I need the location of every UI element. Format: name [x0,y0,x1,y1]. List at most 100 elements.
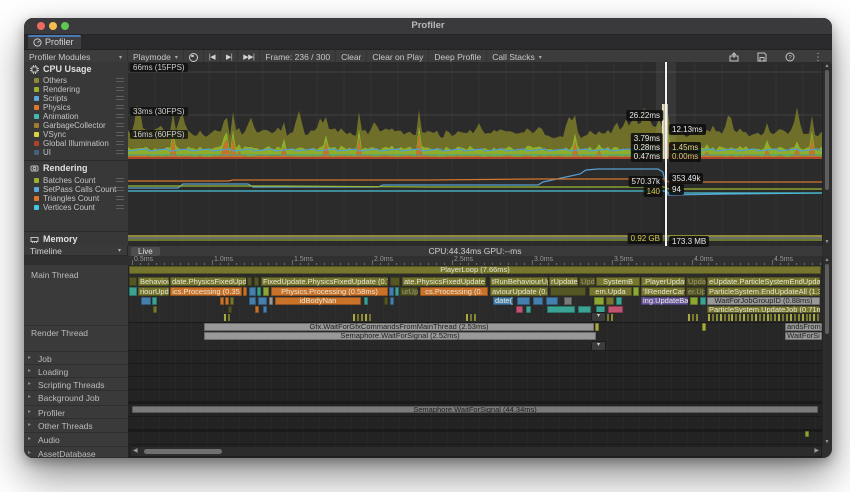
timeline-sample-bar[interactable] [546,297,558,305]
timeline-sample-bar[interactable] [578,306,591,313]
timeline-sample-bar[interactable] [129,277,137,286]
timeline-sample-bar[interactable] [249,287,256,296]
selected-frame-line[interactable] [665,62,667,246]
timeline-sample-bar[interactable] [228,306,232,313]
legend-item-physics[interactable]: Physics [34,103,124,112]
timeline-sample-bar[interactable]: em.Upda [589,287,632,296]
timeline-sample-bar[interactable] [257,287,261,296]
timeline-sample-bar[interactable] [516,306,523,313]
timeline-sample-bar[interactable] [700,297,706,305]
module-header-memory[interactable]: Memory [30,234,78,244]
track-expand-button[interactable]: ▾ [591,341,606,351]
timeline-sample-bar[interactable] [606,297,614,305]
timeline-sample-bar[interactable] [141,297,151,305]
thread-row-main-thread[interactable]: Main Thread [24,268,128,326]
timeline-sample-bar[interactable] [220,297,224,305]
timeline-sample-bar[interactable]: tRunBehaviourUpd [490,277,548,286]
timeline-sample-bar[interactable] [390,277,400,286]
track-expand-button[interactable]: ▾ [591,312,606,322]
rendering-chart[interactable] [128,162,822,233]
disclosure-arrow-icon[interactable]: ▸ [28,435,31,442]
timeline-sample-bar[interactable] [247,277,252,286]
timeline-sample-bar[interactable]: date() [493,297,513,305]
timeline-sample-bar[interactable] [364,297,368,305]
timeline-scrollbar-thumb[interactable] [825,264,829,334]
timeline-sample-bar[interactable]: urUpd [400,287,418,296]
timeline-sample-bar[interactable]: Semaphore.WaitForSignal (44.34ms) [132,406,818,413]
timeline-sample-bar[interactable] [263,306,267,313]
timeline-sample-bar[interactable]: rUpdateA [549,277,578,286]
timeline-sample-bar[interactable]: aviourUpdate (0.33 [490,287,548,296]
charts-scrollbar-thumb[interactable] [825,70,829,190]
timeline-sample-bar[interactable]: WaitForJobGroupID (0.88ms) [707,297,820,305]
timeline-sample-bar[interactable]: riourUpda [138,287,169,296]
timeline-sample-bar[interactable]: ics.Processing (0.35 [170,287,242,296]
legend-item-scripts[interactable]: Scripts [34,94,124,103]
timeline-sample-bar[interactable]: ParticleSystem.UpdateJob (0.71ms) [707,306,820,313]
timeline-sample-bar[interactable] [384,297,388,305]
legend-item-global-illumination[interactable]: Global Illumination [34,139,124,148]
timeline-sample-bar[interactable]: 'llRenderCanvase [641,287,685,296]
scroll-up-icon[interactable]: ▲ [823,63,831,69]
timeline-sample-bar[interactable] [616,297,622,305]
timeline-sample-bar[interactable] [526,306,531,313]
timeline-sample-bar[interactable] [690,297,698,305]
timeline-sample-bar[interactable]: .PlayerUpdateCa [641,277,685,286]
scroll-down-icon[interactable]: ▼ [823,239,831,245]
charts-scrollbar[interactable]: ▲ ▼ [822,62,831,246]
scroll-right-icon[interactable]: ▶ [814,448,819,455]
timeline-sample-bar[interactable]: andsFrom [785,323,822,331]
thread-row-other-threads[interactable]: ▸Other Threads [24,419,128,433]
thread-row-profiler[interactable]: ▸Profiler [24,406,128,419]
timeline-sample-bar[interactable] [254,277,259,286]
timeline-sample-bar[interactable] [249,297,256,305]
module-header-cpu[interactable]: CPU Usage [30,64,92,74]
timeline-sample-bar[interactable] [153,306,157,313]
timeline-sample-bar[interactable] [395,287,399,296]
timeline-sample-bar[interactable] [390,297,394,305]
timeline-sample-bar[interactable] [564,297,572,305]
legend-item-others[interactable]: Others [34,76,124,85]
timeline-sample-bar[interactable] [608,306,623,313]
tab-profiler[interactable]: Profiler [28,35,81,49]
disclosure-arrow-icon[interactable]: ▸ [28,393,31,400]
timeline-sample-bar[interactable]: SystemB [596,277,640,286]
thread-row-scripting-threads[interactable]: ▸Scripting Threads [24,378,128,391]
timeline-sample-bar[interactable]: Semaphore.WaitForSignal (2.52ms) [204,332,596,340]
timeline-sample-bar[interactable]: cs.Processing (0. [420,287,488,296]
scroll-down-icon[interactable]: ▼ [823,439,831,445]
memory-chart[interactable] [128,232,822,247]
timeline-sample-bar[interactable] [225,297,229,305]
timeline-sample-bar[interactable]: FixedUpdate.PhysicsFixedUpdate (0.75ms) [261,277,388,286]
timeline-sample-bar[interactable] [255,306,259,313]
timeline-horizontal-scrollbar[interactable]: ◀ ▶ [130,446,822,457]
thread-row-render-thread[interactable]: Render Thread [24,326,128,352]
thread-row-assetdatabase[interactable]: ▸AssetDatabase [24,447,128,458]
timeline-sample-bar[interactable] [263,287,269,296]
cpu-usage-chart[interactable] [128,62,822,163]
scroll-up-icon[interactable]: ▲ [823,257,831,263]
timeline-sample-bar[interactable]: idBodyNan [275,297,361,305]
disclosure-arrow-icon[interactable]: ▸ [28,380,31,387]
timeline-sample-bar[interactable] [805,431,809,437]
timeline-sample-bar[interactable]: ate.PhysicsFixedUpdate [402,277,486,286]
timeline-sample-bar[interactable]: er.Upd [686,287,705,296]
horizontal-scrollbar-thumb[interactable] [144,449,222,454]
legend-item-triangles-count[interactable]: Triangles Count [34,194,124,203]
titlebar[interactable]: Profiler [24,18,832,35]
legend-item-garbagecollector[interactable]: GarbageCollector [34,121,124,130]
thread-row-audio[interactable]: ▸Audio [24,433,128,447]
timeline-sample-bar[interactable]: ParticleSystem.EndUpdateAll (1.39ms) [707,287,820,296]
legend-item-rendering[interactable]: Rendering [34,85,124,94]
timeline-sample-bar[interactable]: WaitForSi [785,332,822,340]
timeline-sample-bar[interactable] [595,323,599,331]
thread-row-background-job[interactable]: ▸Background Job [24,391,128,406]
timeline-sample-bar[interactable] [550,287,586,296]
disclosure-arrow-icon[interactable]: ▸ [28,354,31,361]
timeline-sample-bar[interactable]: eUpdate.ParticleSystemEndUpdateAll (1 [707,277,820,286]
thread-row-loading[interactable]: ▸Loading [24,365,128,378]
legend-item-vertices-count[interactable]: Vertices Count [34,203,124,212]
timeline-sample-bar[interactable]: Updat [686,277,706,286]
timeline-sample-bar[interactable] [152,297,157,305]
timeline-sample-bar[interactable] [129,287,137,296]
